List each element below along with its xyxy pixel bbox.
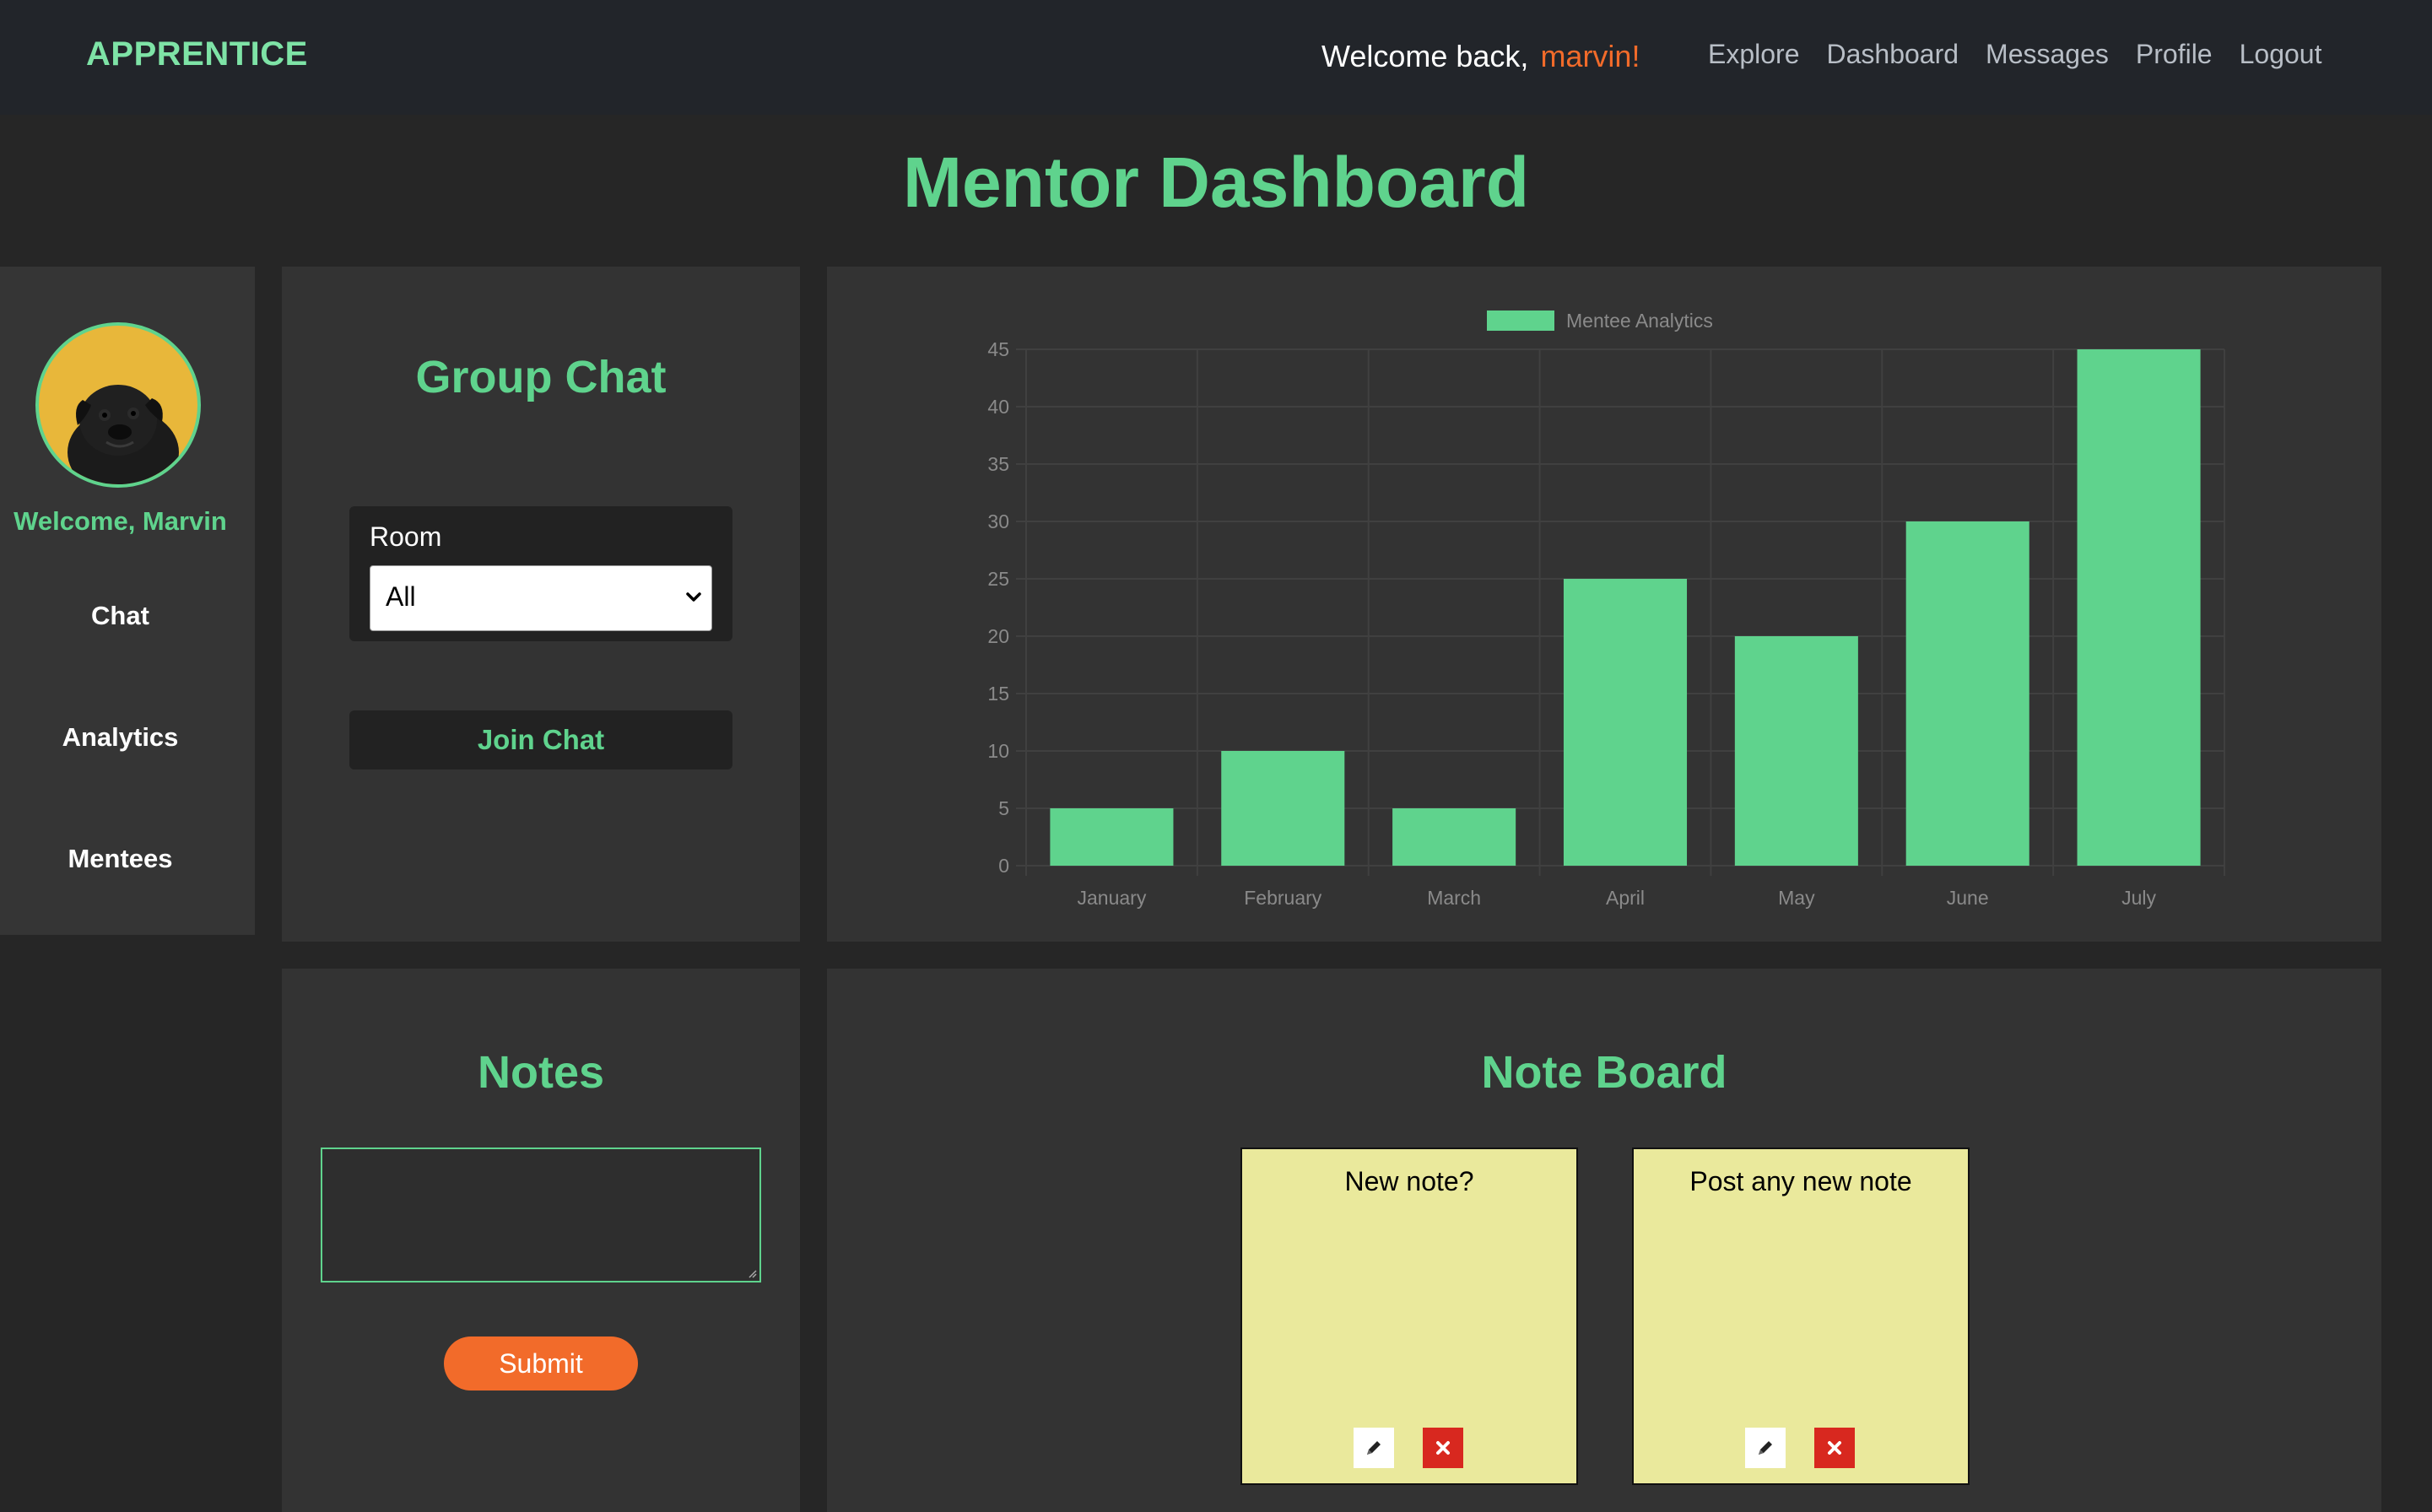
legend-label: Mentee Analytics	[1566, 310, 1713, 332]
close-icon	[1828, 1441, 1841, 1455]
nav-link-explore[interactable]: Explore	[1708, 39, 1800, 70]
pencil-icon	[1759, 1441, 1772, 1455]
resize-handle-icon[interactable]	[746, 1267, 758, 1279]
join-chat-button[interactable]: Join Chat	[349, 710, 732, 770]
y-tick-label: 20	[987, 625, 1009, 647]
bar	[1050, 808, 1174, 866]
sidebar: Welcome, Marvin Chat Analytics Mentees	[0, 267, 255, 935]
y-tick-label: 25	[987, 568, 1009, 590]
nav-link-profile[interactable]: Profile	[2136, 39, 2213, 70]
x-tick-label: February	[1244, 887, 1322, 909]
legend-swatch	[1487, 310, 1554, 331]
sticky-note: New note?	[1240, 1148, 1578, 1485]
group-chat-panel: Group Chat Room All Join Chat	[282, 267, 800, 942]
room-label: Room	[370, 521, 442, 552]
x-tick-label: April	[1606, 887, 1645, 909]
x-tick-label: January	[1078, 887, 1147, 909]
welcome-prefix: Welcome back,	[1321, 39, 1529, 73]
chevron-down-icon	[686, 592, 701, 602]
nav-link-logout[interactable]: Logout	[2240, 39, 2322, 70]
x-tick-label: July	[2121, 887, 2156, 909]
navbar: APPRENTICE Welcome back, marvin! Explore …	[0, 0, 2432, 115]
sidebar-item-analytics[interactable]: Analytics	[0, 722, 240, 753]
y-tick-label: 0	[998, 855, 1009, 877]
y-tick-label: 35	[987, 453, 1009, 475]
bar	[1221, 751, 1345, 866]
y-tick-label: 15	[987, 683, 1009, 705]
notes-panel: Notes Submit	[282, 969, 800, 1512]
nav-link-dashboard[interactable]: Dashboard	[1827, 39, 1959, 70]
close-icon	[1436, 1441, 1450, 1455]
sticky-note-text: Post any new note	[1689, 1166, 1912, 1196]
bar	[1905, 521, 2029, 866]
pencil-icon	[1367, 1441, 1381, 1455]
welcome-message: Welcome back, marvin!	[1321, 39, 1640, 74]
pug-avatar-icon	[68, 385, 179, 484]
notes-title: Notes	[477, 1047, 605, 1098]
bar	[2077, 349, 2201, 866]
sticky-note-text: New note?	[1344, 1166, 1474, 1196]
nav-link-messages[interactable]: Messages	[1986, 39, 2109, 70]
sticky-note: Post any new note	[1632, 1148, 1970, 1485]
delete-note-button[interactable]	[1814, 1428, 1855, 1468]
room-select[interactable]: All	[370, 565, 712, 631]
y-tick-label: 40	[987, 396, 1009, 418]
sidebar-item-chat[interactable]: Chat	[0, 601, 240, 631]
avatar	[35, 322, 201, 488]
sidebar-welcome: Welcome, Marvin	[14, 506, 227, 536]
submit-note-button[interactable]: Submit	[444, 1336, 638, 1390]
x-tick-label: June	[1947, 887, 1989, 909]
y-tick-label: 45	[987, 338, 1009, 360]
brand-logo[interactable]: APPRENTICE	[86, 35, 308, 73]
sidebar-item-mentees[interactable]: Mentees	[0, 844, 240, 874]
x-tick-label: May	[1778, 887, 1815, 909]
y-tick-label: 5	[998, 797, 1009, 819]
group-chat-title: Group Chat	[415, 352, 667, 402]
note-board-panel: Note Board New note? Post any new note	[827, 969, 2381, 1512]
edit-note-button[interactable]	[1745, 1428, 1786, 1468]
delete-note-button[interactable]	[1423, 1428, 1463, 1468]
analytics-chart-panel: 0 5 10 15 20 25 30 35 40 45 January February March Ap…	[827, 267, 2381, 942]
bar	[1392, 808, 1516, 866]
nav-links: Explore Dashboard Messages Profile Logou…	[1708, 39, 2321, 70]
welcome-username: marvin!	[1540, 39, 1640, 73]
edit-note-button[interactable]	[1354, 1428, 1394, 1468]
x-tick-label: March	[1427, 887, 1481, 909]
notes-textarea[interactable]	[321, 1148, 761, 1282]
page-title: Mentor Dashboard	[902, 143, 1530, 222]
room-select-value: All	[386, 581, 416, 612]
note-board-title: Note Board	[1481, 1047, 1727, 1098]
y-tick-label: 30	[987, 510, 1009, 532]
bar	[1734, 636, 1858, 866]
room-box: Room All	[349, 506, 732, 641]
bar	[1563, 579, 1688, 866]
mentee-analytics-chart: 0 5 10 15 20 25 30 35 40 45 January February March Ap…	[987, 310, 2225, 909]
y-tick-label: 10	[987, 740, 1009, 762]
